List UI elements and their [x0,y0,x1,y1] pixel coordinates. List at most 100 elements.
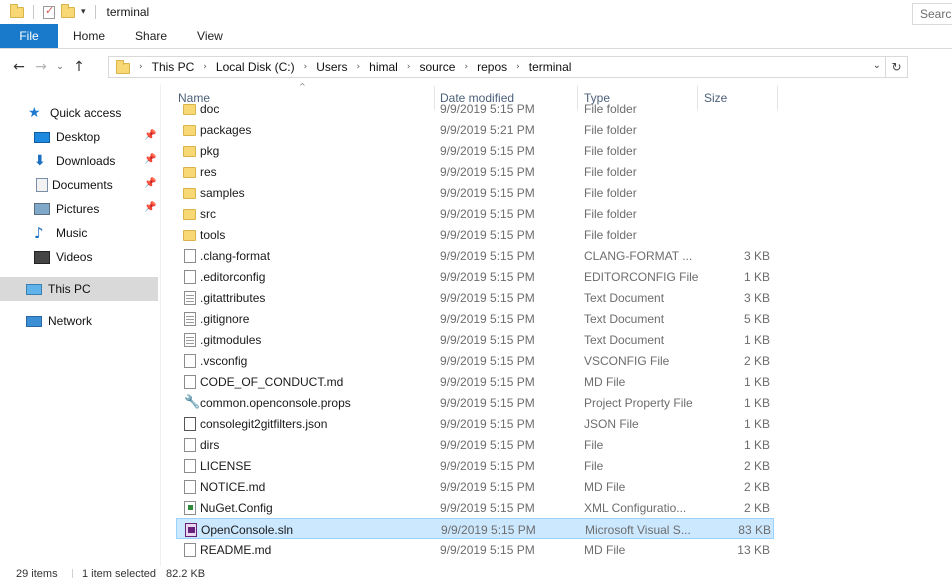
file-type: Text Document [584,312,665,326]
breadcrumb-this-pc[interactable]: This PC [152,60,195,74]
file-row[interactable]: README.md 9/9/2019 5:15 PM MD File 13 KB [176,539,774,560]
breadcrumb-separator-icon[interactable]: › [203,62,207,72]
nav-pictures[interactable]: Pictures 📌 [0,197,158,221]
pin-icon[interactable]: 📌 [144,154,156,165]
file-row[interactable]: dirs 9/9/2019 5:15 PM File 1 KB [176,434,774,455]
file-row[interactable]: samples 9/9/2019 5:15 PM File folder [176,182,774,203]
breadcrumb-separator-icon[interactable]: › [357,62,361,72]
new-folder-icon[interactable] [61,3,75,18]
nav-label: Downloads [56,154,116,168]
breadcrumb-terminal[interactable]: terminal [529,60,572,74]
file-date-modified: 9/9/2019 5:15 PM [441,523,536,537]
tab-home[interactable]: Home [58,24,120,48]
file-row[interactable]: LICENSE 9/9/2019 5:15 PM File 2 KB [176,455,774,476]
pane-splitter[interactable] [160,84,161,566]
tab-view[interactable]: View [182,24,238,48]
file-name: OpenConsole.sln [201,523,294,537]
file-row[interactable]: pkg 9/9/2019 5:15 PM File folder [176,140,774,161]
properties-icon[interactable] [43,4,55,19]
file-row[interactable]: consolegit2gitfilters.json 9/9/2019 5:15 … [176,413,774,434]
file-name: CODE_OF_CONDUCT.md [200,375,344,389]
breadcrumb-source[interactable]: source [419,60,455,74]
file-row[interactable]: tools 9/9/2019 5:15 PM File folder [176,224,774,245]
status-divider [72,569,73,578]
refresh-icon[interactable]: ↻ [885,57,907,77]
tab-file[interactable]: File [0,24,58,48]
file-row[interactable]: .gitmodules 9/9/2019 5:15 PM Text Document… [176,329,774,350]
file-row[interactable]: .gitattributes 9/9/2019 5:15 PM Text Docum… [176,287,774,308]
status-item-count: 29 items [16,568,58,578]
breadcrumb-local-disk[interactable]: Local Disk (C:) [216,60,295,74]
recent-locations-chevron-icon[interactable]: ⌄ [52,62,68,72]
file-name: common.openconsole.props [200,396,351,410]
file-name: NOTICE.md [200,480,266,494]
file-row[interactable]: res 9/9/2019 5:15 PM File folder [176,161,774,182]
address-bar[interactable]: › This PC › Local Disk (C:) › Users › hi… [108,56,908,78]
nav-desktop[interactable]: Desktop 📌 [0,125,158,149]
file-type: Microsoft Visual S... [585,523,691,537]
breadcrumb-separator-icon[interactable]: › [464,62,468,72]
pin-icon[interactable]: 📌 [144,178,156,189]
file-type: XML Configuratio... [584,501,687,515]
breadcrumb-separator-icon[interactable]: › [516,62,520,72]
file-row[interactable]: .clang-format 9/9/2019 5:15 PM CLANG-FORMA… [176,245,774,266]
folder-icon [10,3,24,18]
folder-icon [183,209,196,220]
up-arrow-icon[interactable]: ↑ [68,59,90,75]
file-icon [184,270,196,284]
this-pc-icon [26,283,42,295]
nav-network[interactable]: Network [0,309,158,333]
file-size: 1 KB [743,396,770,410]
file-row[interactable]: 🔧 common.openconsole.props 9/9/2019 5:15 P… [176,392,774,413]
folder-icon [183,146,196,157]
file-row[interactable]: CODE_OF_CONDUCT.md 9/9/2019 5:15 PM MD Fil… [176,371,774,392]
file-row[interactable]: src 9/9/2019 5:15 PM File folder [176,203,774,224]
file-row[interactable]: .gitignore 9/9/2019 5:15 PM Text Document 5… [176,308,774,329]
breadcrumb-separator-icon[interactable]: › [304,62,308,72]
nav-this-pc[interactable]: This PC [0,277,158,301]
breadcrumb-separator-icon[interactable]: › [139,62,143,72]
breadcrumb-separator-icon[interactable]: › [407,62,411,72]
file-row[interactable]: doc 9/9/2019 5:15 PM File folder [176,101,774,119]
address-dropdown-icon[interactable]: ⌄ [873,60,881,71]
file-row[interactable]: packages 9/9/2019 5:21 PM File folder [176,119,774,140]
pin-icon[interactable]: 📌 [144,130,156,141]
nav-music[interactable]: ♪ Music [0,221,158,245]
file-type: MD File [584,543,626,557]
file-name: .gitignore [200,312,250,326]
file-type: MD File [584,480,626,494]
nav-videos[interactable]: Videos [0,245,158,269]
tab-share[interactable]: Share [120,24,182,48]
toolbar-divider [33,5,34,19]
nav-label: Documents [52,178,113,192]
folder-icon [183,188,196,199]
file-size: 1 KB [743,375,770,389]
nav-label: Quick access [50,106,122,120]
file-size: 2 KB [743,480,770,494]
back-arrow-icon[interactable]: ← [8,59,30,75]
nav-documents[interactable]: Documents 📌 [0,173,158,197]
forward-arrow-icon[interactable]: → [30,59,52,75]
search-input[interactable]: Search [912,3,952,25]
nav-quick-access[interactable]: ★ Quick access [0,101,158,125]
breadcrumb-repos[interactable]: repos [477,60,507,74]
file-row[interactable]: NOTICE.md 9/9/2019 5:15 PM MD File 2 KB [176,476,774,497]
customize-toolbar-dropdown-icon[interactable]: ▾ [81,7,86,17]
file-name: packages [200,123,252,137]
quick-access-toolbar: ▾ [10,3,99,19]
pin-icon[interactable]: 📌 [144,202,156,213]
breadcrumb-himal[interactable]: himal [369,60,398,74]
file-row[interactable]: NuGet.Config 9/9/2019 5:15 PM XML Configur… [176,497,774,518]
file-row[interactable]: .vsconfig 9/9/2019 5:15 PM VSCONFIG File 2 … [176,350,774,371]
file-type: File folder [584,144,637,158]
xml-config-icon [184,501,196,515]
breadcrumb-users[interactable]: Users [316,60,347,74]
file-row[interactable]: .editorconfig 9/9/2019 5:15 PM EDITORCONFI… [176,266,774,287]
status-selection-size: 82.2 KB [166,568,206,578]
file-date-modified: 9/9/2019 5:15 PM [440,228,535,242]
nav-downloads[interactable]: ⬇ Downloads 📌 [0,149,158,173]
file-row[interactable]: OpenConsole.sln 9/9/2019 5:15 PM Microsoft… [176,518,774,539]
desktop-icon [34,131,50,143]
file-date-modified: 9/9/2019 5:15 PM [440,333,535,347]
file-date-modified: 9/9/2019 5:15 PM [440,144,535,158]
